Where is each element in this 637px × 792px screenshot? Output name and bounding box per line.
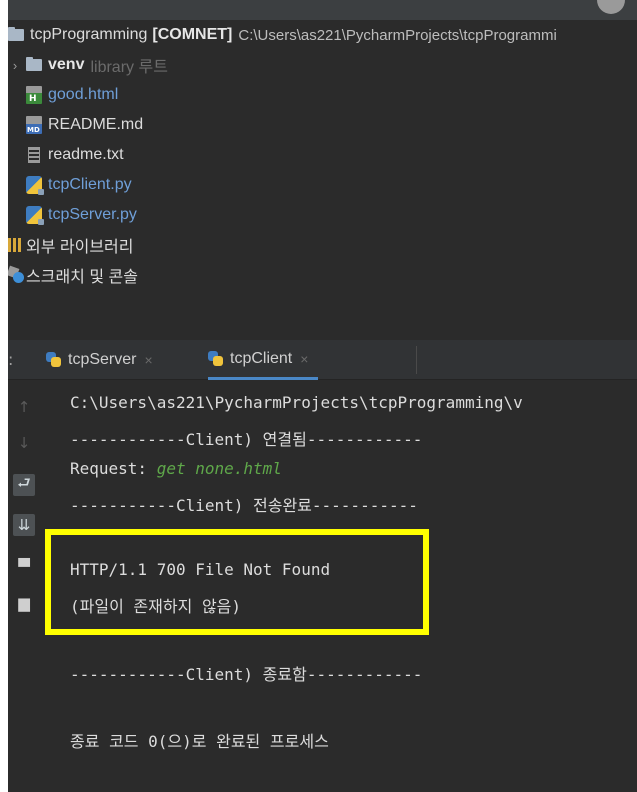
console-line: C:\Users\as221\PycharmProjects\tcpProgra… bbox=[70, 393, 523, 412]
python-file-icon bbox=[26, 176, 44, 195]
run-tab-prefix: : bbox=[8, 350, 14, 369]
scroll-to-end-icon[interactable]: ⇊ bbox=[13, 514, 35, 536]
scratch-icon bbox=[8, 267, 24, 283]
console-toolbar: ↑ ↓ ⮐ ⇊ ▀ ▆ bbox=[8, 380, 44, 792]
console-line: 종료 코드 0(으)로 완료된 프로세스 bbox=[70, 732, 329, 751]
close-icon[interactable]: × bbox=[144, 352, 152, 368]
tree-item-suffix: library 루트 bbox=[90, 59, 168, 76]
tab-tcpclient[interactable]: tcpClient × bbox=[208, 340, 319, 380]
arrow-up-icon[interactable]: ↑ bbox=[13, 396, 35, 418]
folder-icon bbox=[26, 57, 42, 71]
console-line: ------------Client) 연결됨------------ bbox=[70, 430, 423, 449]
tab-label: tcpClient bbox=[230, 349, 293, 367]
tree-item-readme-md[interactable]: README.md bbox=[8, 110, 637, 140]
tree-item-readme-txt[interactable]: readme.txt bbox=[8, 140, 637, 170]
tree-item-label: 스크래치 및 콘솔 bbox=[26, 269, 138, 286]
run-tab-bar: : tcpServer × tcpClient × bbox=[8, 340, 637, 380]
console-line: Request: get none.html bbox=[70, 459, 282, 478]
project-root-path: C:\Users\as221\PycharmProjects\tcpProgra… bbox=[238, 26, 557, 44]
folder-icon bbox=[8, 27, 24, 41]
project-tree: tcpProgramming [COMNET] C:\Users\as221\P… bbox=[8, 20, 637, 340]
tab-label: tcpServer bbox=[68, 351, 137, 368]
window-control-icon[interactable] bbox=[597, 0, 625, 14]
request-value: get none.html bbox=[156, 459, 282, 478]
python-icon bbox=[46, 352, 62, 368]
highlight-box bbox=[45, 529, 429, 635]
soft-wrap-icon[interactable]: ⮐ bbox=[13, 474, 35, 496]
trash-icon[interactable]: ▆ bbox=[13, 592, 35, 614]
project-module-name: [COMNET] bbox=[152, 26, 233, 43]
tab-tcpserver[interactable]: tcpServer × bbox=[46, 340, 153, 380]
print-icon[interactable]: ▀ bbox=[13, 556, 35, 578]
chevron-right-icon[interactable]: › bbox=[8, 58, 22, 73]
tree-item-venv[interactable]: › venv library 루트 bbox=[8, 50, 637, 80]
html-file-icon bbox=[26, 86, 42, 104]
tree-item-tcpserver-py[interactable]: tcpServer.py bbox=[8, 200, 637, 230]
tab-separator bbox=[416, 346, 417, 374]
tree-item-label: tcpClient.py bbox=[48, 176, 132, 193]
tree-item-external-libraries[interactable]: 외부 라이브러리 bbox=[8, 230, 637, 260]
markdown-file-icon bbox=[26, 116, 42, 134]
tree-item-label: 외부 라이브러리 bbox=[26, 239, 134, 256]
tree-item-label: readme.txt bbox=[48, 146, 124, 163]
tree-item-label: good.html bbox=[48, 86, 119, 103]
arrow-down-icon[interactable]: ↓ bbox=[13, 432, 35, 454]
project-root-name: tcpProgramming bbox=[30, 26, 148, 43]
project-root-row[interactable]: tcpProgramming [COMNET] C:\Users\as221\P… bbox=[8, 20, 637, 50]
title-bar-sliver bbox=[8, 0, 637, 20]
tree-item-scratches[interactable]: 스크래치 및 콘솔 bbox=[8, 260, 637, 290]
tree-item-label: README.md bbox=[48, 116, 144, 133]
tree-item-tcpclient-py[interactable]: tcpClient.py bbox=[8, 170, 637, 200]
tree-item-label: tcpServer.py bbox=[48, 206, 137, 223]
request-label: Request: bbox=[70, 459, 157, 478]
ide-window: tcpProgramming [COMNET] C:\Users\as221\P… bbox=[8, 0, 637, 792]
python-file-icon bbox=[26, 206, 44, 225]
console-line: ------------Client) 종료함------------ bbox=[70, 665, 423, 684]
run-console: ↑ ↓ ⮐ ⇊ ▀ ▆ C:\Users\as221\PycharmProjec… bbox=[8, 380, 637, 792]
library-icon bbox=[8, 238, 22, 252]
text-file-icon bbox=[28, 147, 40, 163]
console-line: -----------Client) 전송완료----------- bbox=[70, 496, 418, 515]
close-icon[interactable]: × bbox=[300, 351, 308, 367]
tree-item-label: venv bbox=[48, 56, 85, 73]
python-icon bbox=[208, 350, 224, 367]
tree-item-good-html[interactable]: good.html bbox=[8, 80, 637, 110]
